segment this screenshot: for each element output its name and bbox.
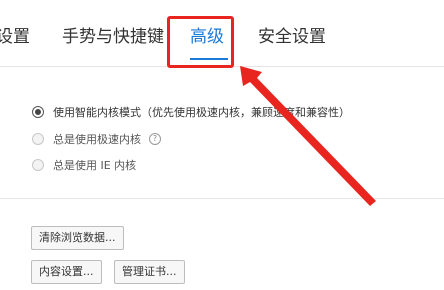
section-divider <box>0 198 444 199</box>
kernel-option-speed[interactable]: 总是使用极速内核 ? <box>32 131 161 147</box>
kernel-option-ie[interactable]: 总是使用 IE 内核 <box>32 157 136 173</box>
help-icon[interactable]: ? <box>149 133 161 145</box>
active-tab-underline <box>190 58 228 60</box>
radio-button[interactable] <box>32 159 44 171</box>
content-settings-button[interactable]: 内容设置... <box>31 260 102 284</box>
radio-button[interactable] <box>32 133 44 145</box>
tab-security-settings[interactable]: 安全设置 <box>258 26 326 48</box>
settings-window: 设置 手势与快捷键 高级 安全设置 使用智能内核模式（优先使用极速内核，兼顾速度… <box>0 0 444 290</box>
tab-settings[interactable]: 设置 <box>0 26 30 48</box>
settings-tabs: 设置 手势与快捷键 高级 安全设置 <box>0 0 444 66</box>
kernel-option-label: 总是使用极速内核 <box>53 133 141 146</box>
tab-advanced[interactable]: 高级 <box>190 26 224 48</box>
tabs-divider <box>0 66 444 67</box>
kernel-option-label: 总是使用 IE 内核 <box>53 159 137 172</box>
clear-browsing-data-button[interactable]: 清除浏览数据... <box>31 226 124 250</box>
tab-gestures-shortcuts[interactable]: 手势与快捷键 <box>62 26 164 48</box>
kernel-option-label: 使用智能内核模式（优先使用极速内核，兼顾速度和兼容性） <box>53 106 350 119</box>
radio-button-checked[interactable] <box>32 106 44 118</box>
manage-certificates-button[interactable]: 管理证书... <box>114 260 185 284</box>
kernel-option-smart[interactable]: 使用智能内核模式（优先使用极速内核，兼顾速度和兼容性） <box>32 104 350 120</box>
